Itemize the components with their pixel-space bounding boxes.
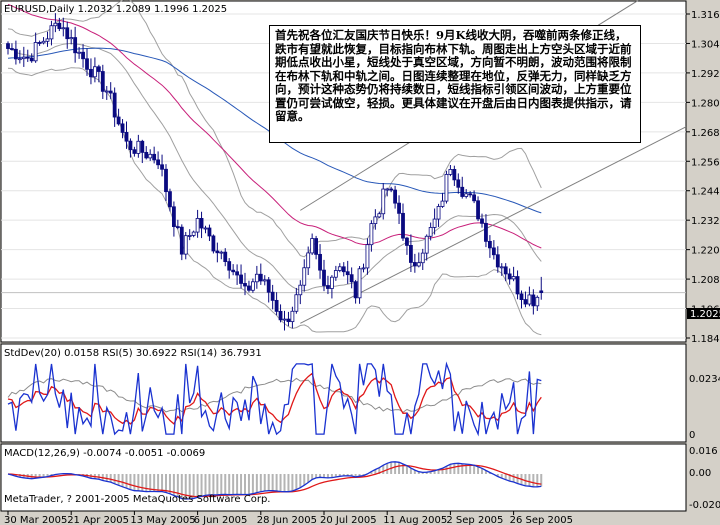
candle	[357, 266, 362, 304]
macd-axis-bottom: -0.0209	[689, 500, 720, 511]
price-tick-label: 1.2800	[691, 98, 720, 109]
price-tick-label: 1.2080	[691, 275, 720, 286]
time-tick-label: 2 Sep 2005	[446, 515, 503, 525]
analysis-note: 首先祝各位汇友国庆节日快乐！9月K线收大阴，吞噬前两条修正线，跌市有望就此恢复，…	[269, 25, 641, 143]
indicator-axis-top: 0.0234	[689, 374, 720, 385]
price-tick-label: 1.2200	[691, 246, 720, 257]
price-tick-label: 1.2680	[691, 128, 720, 139]
candle	[211, 234, 216, 254]
price-tick-label: 1.3160	[691, 10, 720, 21]
price-tick-label: 1.2560	[691, 157, 720, 168]
time-tick-label: 11 Aug 2005	[383, 515, 447, 525]
price-tick-label: 1.2440	[691, 187, 720, 198]
current-price-label: 1.2025	[690, 309, 720, 320]
current-price-marker: 1.2025	[687, 308, 720, 320]
time-tick-label: 26 Sep 2005	[510, 515, 573, 525]
macd-axis-mid: 0.00	[689, 468, 711, 479]
price-tick-label: 1.1840	[691, 334, 720, 345]
macd-panel[interactable]: MACD(12,26,9) -0.0074 -0.0051 -0.0069 Me…	[0, 443, 720, 512]
macd-header: MACD(12,26,9) -0.0074 -0.0051 -0.0069	[4, 448, 205, 459]
time-tick-label: 13 May 2005	[130, 515, 195, 525]
time-tick-label: 6 Jun 2005	[194, 515, 248, 525]
indicator-axis-bottom: 0	[689, 430, 695, 441]
macd-axis-top: 0.016	[689, 446, 718, 457]
time-tick-label: 28 Jun 2005	[257, 515, 317, 525]
time-tick-label: 30 Mar 2005	[4, 515, 67, 525]
indicator-panel[interactable]: StdDev(20) 0.0158 RSI(5) 30.6922 RSI(14)…	[0, 343, 720, 443]
time-tick-label: 21 Apr 2005	[67, 515, 129, 525]
indicator-header: StdDev(20) 0.0158 RSI(5) 30.6922 RSI(14)…	[4, 348, 262, 359]
price-header: EURUSD,Daily 1.2032 1.2089 1.1996 1.2025	[4, 4, 227, 15]
time-tick-label: 20 Jul 2005	[320, 515, 377, 525]
copyright-text: MetaTrader, ? 2001-2005 MetaQuotes Softw…	[4, 494, 270, 505]
price-tick-label: 1.2320	[691, 216, 720, 227]
price-tick-label: 1.3040	[691, 39, 720, 50]
price-tick-label: 1.2920	[691, 69, 720, 80]
candle	[444, 170, 449, 204]
